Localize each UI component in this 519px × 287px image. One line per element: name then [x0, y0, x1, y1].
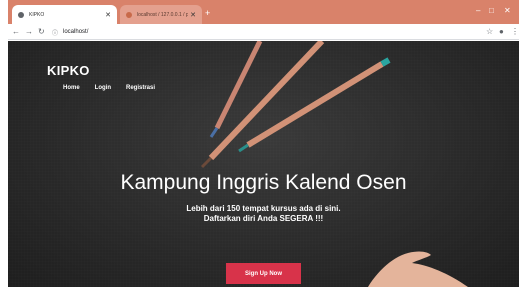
back-arrow-icon[interactable]: ← — [12, 27, 20, 37]
pencil-icon — [209, 41, 263, 138]
hero-subtitle: Lebih dari 150 tempat kursus ada di sini… — [8, 204, 519, 224]
reload-icon[interactable]: ↻ — [38, 27, 45, 37]
globe-icon — [18, 11, 24, 18]
browser-toolbar: ← → ↻ ⓘ localhost/ ☆ ● ⋮ — [8, 24, 519, 40]
site-nav: Home Login Registrasi — [63, 85, 170, 91]
pencil-icon — [200, 41, 325, 169]
tab-title: localhost / 127.0.0.1 / phpMyAdmin — [137, 11, 188, 18]
tab-strip: KIPKO ✕ localhost / 127.0.0.1 / phpMyAdm… — [8, 0, 519, 24]
nav-login[interactable]: Login — [95, 85, 111, 91]
phpmyadmin-favicon-icon — [126, 11, 132, 18]
nav-home[interactable]: Home — [63, 85, 80, 91]
hero-title: Kampung Inggris Kalend Osen — [120, 171, 407, 194]
hero-subtitle-line-1: Lebih dari 150 tempat kursus ada di sini… — [186, 204, 341, 213]
tab-phpmyadmin[interactable]: localhost / 127.0.0.1 / phpMyAdmin ✕ — [120, 5, 202, 24]
hand-image — [368, 251, 468, 287]
new-tab-button[interactable]: + — [205, 9, 210, 18]
close-icon[interactable]: ✕ — [188, 11, 198, 19]
site-brand[interactable]: KIPKO — [47, 63, 90, 78]
sign-up-button[interactable]: Sign Up Now — [226, 263, 301, 284]
minimize-button[interactable]: – — [476, 7, 480, 15]
browser-window: KIPKO ✕ localhost / 127.0.0.1 / phpMyAdm… — [8, 0, 519, 287]
star-icon[interactable]: ☆ — [486, 27, 493, 37]
info-icon: ⓘ — [52, 30, 59, 37]
nav-registrasi[interactable]: Registrasi — [126, 85, 155, 91]
tab-kipko[interactable]: KIPKO ✕ — [12, 5, 117, 24]
forward-arrow-icon[interactable]: → — [25, 27, 33, 37]
page-hero: KIPKO Home Login Registrasi Kampung Ingg… — [8, 41, 519, 287]
close-icon[interactable]: ✕ — [103, 11, 113, 19]
tab-title: KIPKO — [29, 11, 45, 18]
address-text: localhost/ — [63, 29, 89, 35]
address-bar[interactable]: ⓘ localhost/ — [52, 26, 476, 38]
hero-subtitle-line-2: Daftarkan diri Anda SEGERA !!! — [203, 214, 324, 223]
maximize-button[interactable]: □ — [489, 7, 494, 15]
account-icon[interactable]: ● — [499, 27, 504, 37]
close-window-button[interactable]: ✕ — [504, 7, 511, 15]
menu-icon[interactable]: ⋮ — [511, 27, 519, 37]
